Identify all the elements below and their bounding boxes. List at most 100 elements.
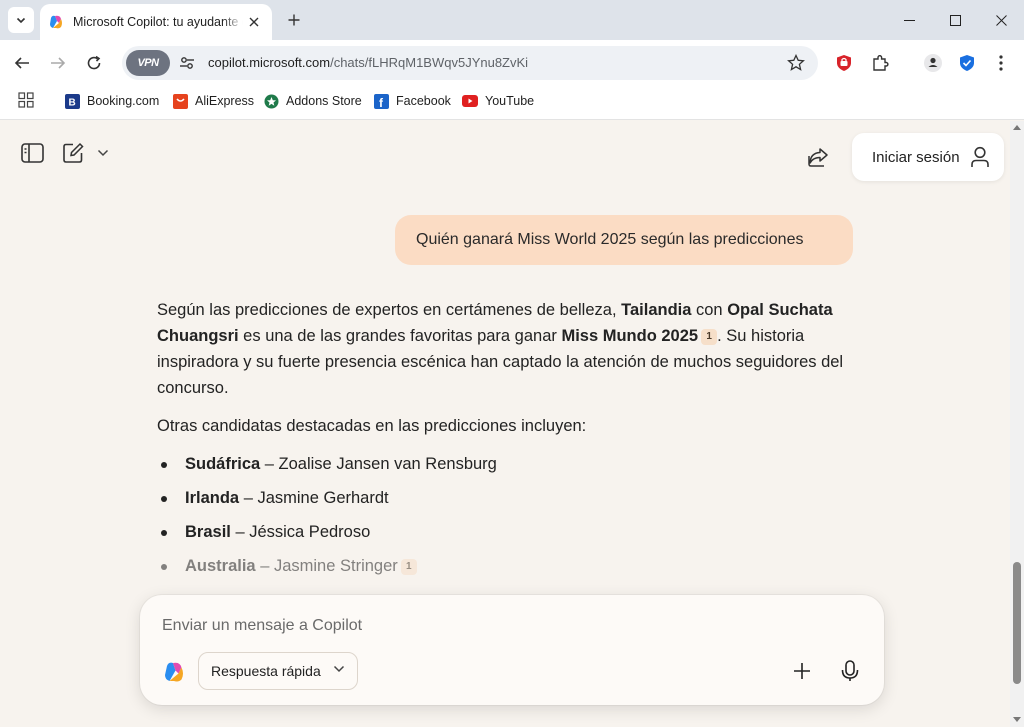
booking-icon: B (64, 93, 80, 109)
answer-text: con (691, 301, 728, 319)
bookmark-label: Facebook (396, 94, 451, 108)
citation-badge[interactable]: 1 (400, 559, 417, 575)
sidebar-toggle-button[interactable] (20, 142, 44, 164)
signin-label: Iniciar sesión (872, 148, 960, 166)
shield-extension-button[interactable] (956, 52, 978, 74)
extensions-button[interactable] (869, 52, 891, 74)
maximize-button[interactable] (932, 0, 978, 40)
microphone-icon (841, 660, 859, 681)
site-info-button[interactable] (178, 54, 196, 72)
url-text[interactable]: copilot.microsoft.com/chats/fLHRqM1BWqv5… (208, 55, 528, 70)
close-icon (995, 14, 1007, 26)
candidate-country: Australia (185, 557, 256, 575)
bookmark-aliexpress[interactable]: AliExpress (172, 92, 254, 110)
close-icon (249, 17, 259, 27)
tune-icon (180, 57, 194, 69)
message-composer: Respuesta rápida (140, 595, 884, 705)
user-message-bubble: Quién ganará Miss World 2025 según las p… (395, 215, 853, 265)
bookmark-star-button[interactable] (786, 53, 806, 73)
bookmark-booking[interactable]: B Booking.com (64, 92, 159, 110)
candidate-name: – Jasmine Gerhardt (239, 489, 389, 507)
maximize-icon (949, 14, 961, 26)
facebook-icon: f (373, 93, 389, 109)
bookmark-label: Addons Store (286, 94, 362, 108)
youtube-icon (462, 93, 478, 109)
forward-button[interactable] (44, 49, 72, 77)
reload-button[interactable] (80, 49, 108, 77)
arrow-left-icon (14, 57, 29, 69)
bookmark-youtube[interactable]: YouTube (462, 92, 534, 110)
copilot-favicon-icon (50, 15, 62, 29)
candidates-list: Sudáfrica – Zoalise Jansen van Rensburg … (157, 451, 847, 587)
answer-paragraph-1: Según las predicciones de expertos en ce… (157, 297, 847, 401)
list-item: Irlanda – Jasmine Gerhardt (157, 485, 847, 519)
more-vertical-icon (999, 55, 1003, 71)
shield-stop-icon (837, 55, 851, 71)
url-path: /chats/fLHRqM1BWqv5JYnu8ZvKi (330, 55, 529, 70)
chevron-down-icon (97, 149, 109, 157)
close-tab-button[interactable] (244, 12, 264, 32)
puzzle-icon (873, 55, 889, 71)
candidate-name: – Zoalise Jansen van Rensburg (260, 455, 497, 473)
close-window-button[interactable] (978, 0, 1024, 40)
user-icon (971, 146, 989, 167)
candidate-name: – Jéssica Pedroso (230, 523, 371, 541)
reload-icon (87, 55, 101, 70)
tab-title: Microsoft Copilot: tu ayudante de IA (73, 15, 243, 29)
answer-text: Según las predicciones de expertos en ce… (157, 301, 622, 319)
new-chat-button[interactable] (61, 142, 85, 164)
profile-button[interactable] (922, 52, 944, 74)
citation-badge[interactable]: 1 (701, 329, 718, 345)
compose-icon (63, 142, 84, 163)
copilot-page: Iniciar sesión Quién ganará Miss World 2… (0, 121, 1010, 727)
answer-bold-text: Miss Mundo 2025 (561, 327, 699, 345)
plus-icon (288, 14, 300, 26)
browser-toolbar: VPN copilot.microsoft.com/chats/fLHRqM1B… (0, 40, 1024, 86)
signin-button[interactable]: Iniciar sesión (852, 133, 1004, 181)
new-chat-options-button[interactable] (94, 146, 112, 160)
scroll-down-arrow-icon[interactable] (1013, 717, 1021, 722)
tab-strip: Microsoft Copilot: tu ayudante de IA (0, 0, 1024, 40)
bookmark-label: Booking.com (87, 94, 160, 108)
scroll-thumb[interactable] (1013, 562, 1021, 684)
list-item: Brasil – Jéssica Pedroso (157, 519, 847, 553)
response-mode-label: Respuesta rápida (211, 663, 321, 679)
message-input[interactable] (162, 614, 842, 638)
voice-input-button[interactable] (835, 656, 865, 686)
minimize-icon (903, 19, 915, 21)
scroll-up-arrow-icon[interactable] (1013, 125, 1021, 130)
share-button[interactable] (806, 146, 830, 168)
browser-menu-button[interactable] (990, 52, 1012, 74)
aliexpress-icon (172, 93, 188, 109)
candidate-country: Irlanda (185, 489, 240, 507)
addons-store-icon (263, 93, 279, 109)
address-bar[interactable]: VPN copilot.microsoft.com/chats/fLHRqM1B… (122, 46, 818, 80)
arrow-right-icon (51, 57, 66, 69)
sidebar-icon (20, 143, 44, 163)
url-host: copilot.microsoft.com (208, 55, 331, 70)
bookmark-addons-store[interactable]: Addons Store (263, 92, 362, 110)
svg-text:B: B (68, 97, 75, 108)
candidate-name: – Jasmine Stringer (255, 557, 398, 575)
minimize-button[interactable] (886, 0, 932, 40)
user-message-text: Quién ganará Miss World 2025 según las p… (416, 231, 804, 248)
copilot-answer: Según las predicciones de expertos en ce… (157, 297, 847, 587)
apps-grid-icon[interactable] (18, 92, 34, 108)
new-tab-button[interactable] (282, 8, 306, 32)
profile-icon (924, 54, 942, 72)
page-scrollbar[interactable] (1010, 121, 1024, 727)
back-button[interactable] (8, 49, 36, 77)
add-attachment-button[interactable] (787, 656, 817, 686)
list-item: Sudáfrica – Zoalise Jansen van Rensburg (157, 451, 847, 485)
active-tab[interactable]: Microsoft Copilot: tu ayudante de IA (40, 4, 272, 40)
response-mode-select[interactable]: Respuesta rápida (198, 652, 358, 690)
star-icon (787, 54, 805, 71)
bookmark-facebook[interactable]: f Facebook (373, 92, 451, 110)
vpn-button[interactable]: VPN (126, 50, 170, 76)
adblock-extension-button[interactable] (833, 52, 855, 74)
tab-search-button[interactable] (8, 7, 34, 33)
copilot-logo-icon[interactable] (162, 660, 186, 684)
candidate-country: Sudáfrica (185, 455, 261, 473)
answer-text: es una de las grandes favoritas para gan… (238, 327, 562, 345)
plus-icon (794, 663, 810, 679)
